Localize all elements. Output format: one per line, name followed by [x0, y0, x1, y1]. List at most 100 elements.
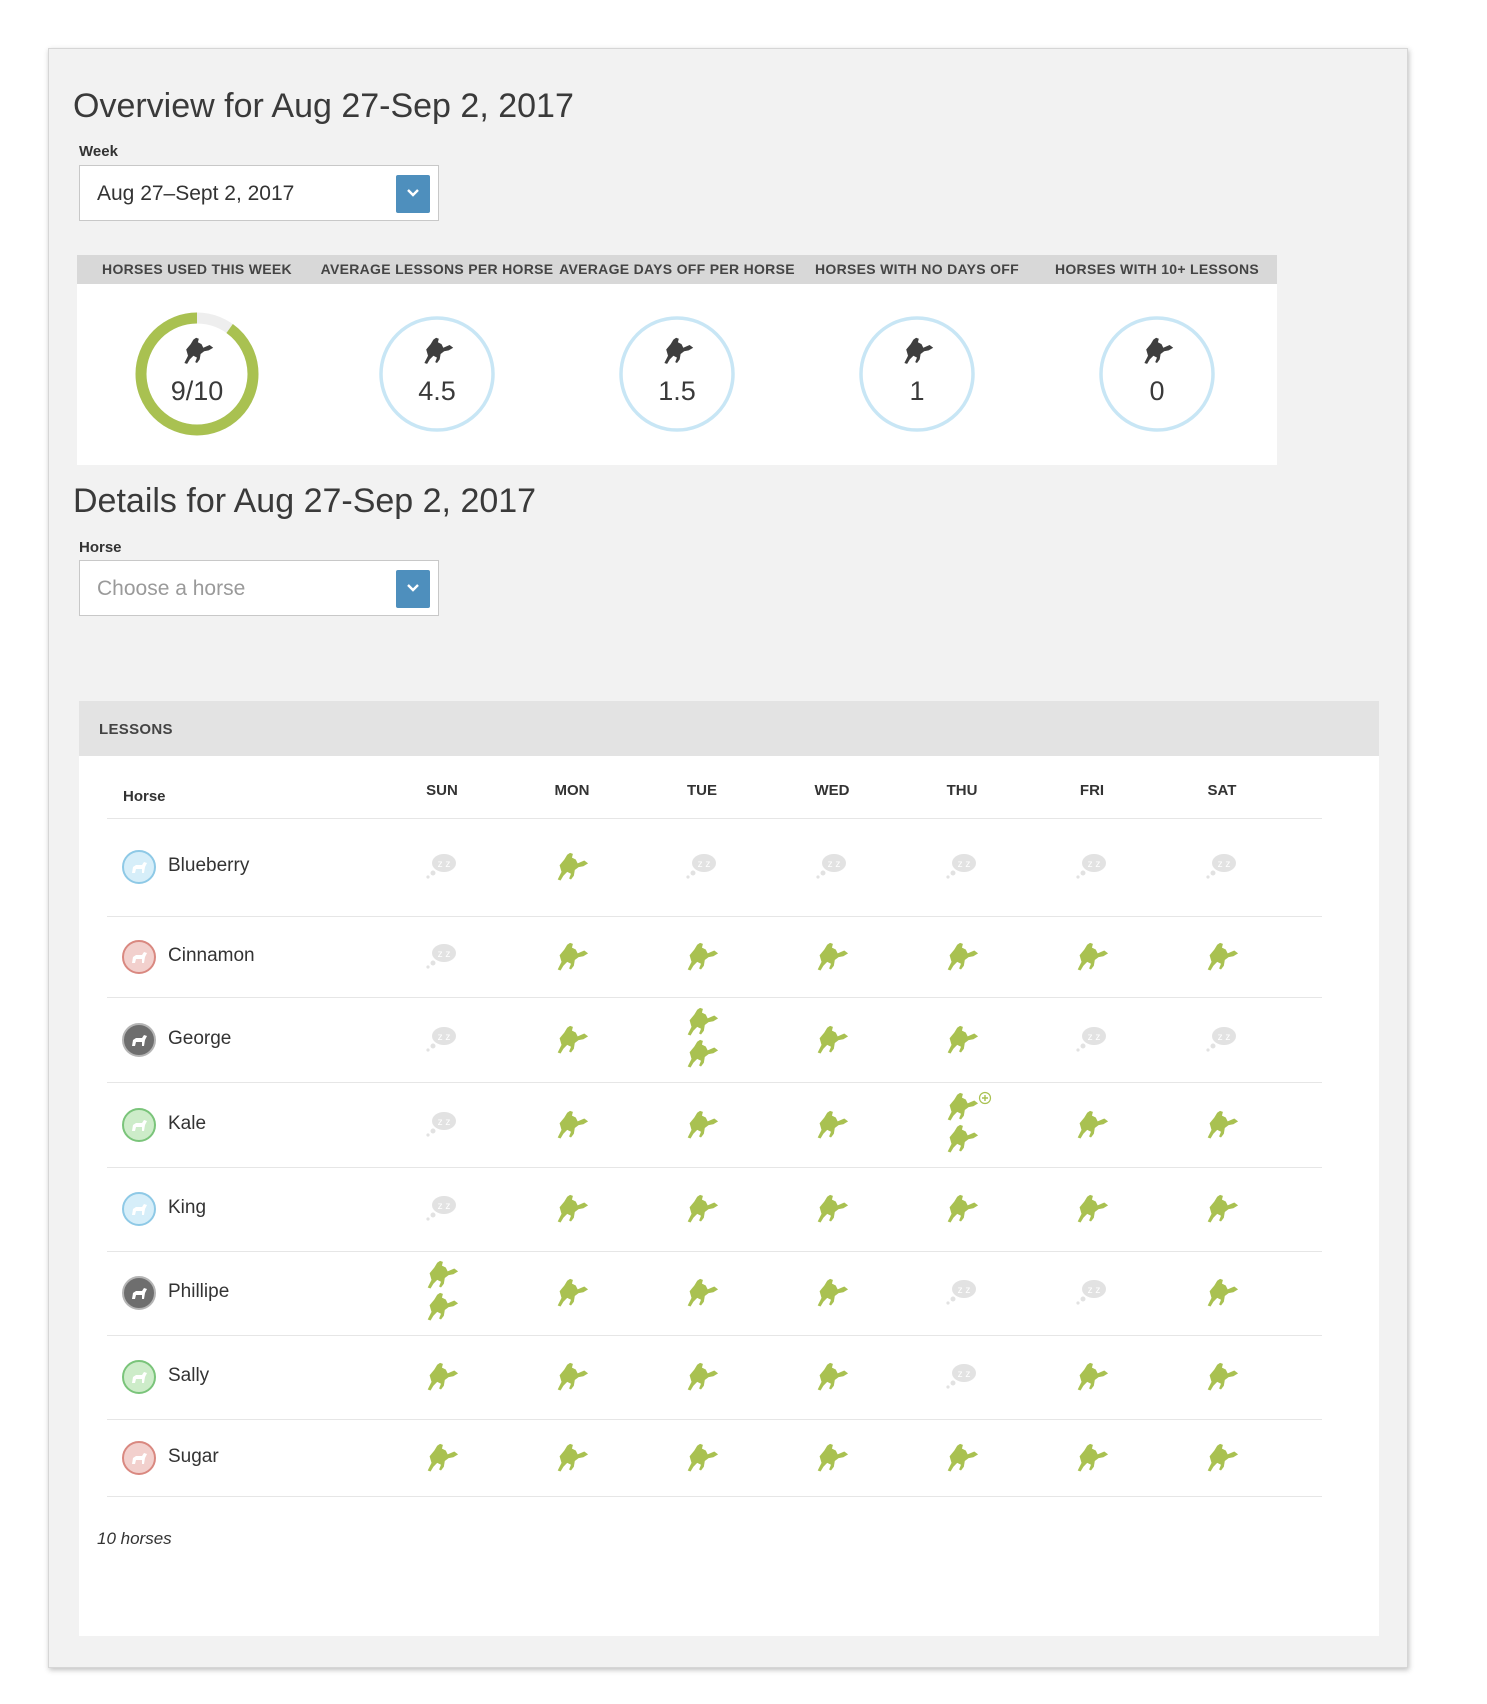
lesson-icon[interactable] — [1070, 1361, 1114, 1397]
overview-title: Overview for Aug 27-Sep 2, 2017 — [73, 87, 574, 125]
day-header-sun: SUN — [426, 782, 458, 799]
lesson-icon[interactable] — [810, 1442, 854, 1478]
progress-ring — [135, 312, 259, 436]
table-row[interactable]: Blueberry z z z z z z z z z z z z — [107, 818, 1322, 917]
lesson-icon[interactable] — [680, 941, 724, 977]
lesson-icon[interactable] — [420, 1291, 464, 1327]
horse-select-placeholder: Choose a horse — [97, 577, 246, 600]
lesson-icon[interactable] — [550, 1024, 594, 1060]
stat-caption: HORSES WITH 10+ LESSONS — [1037, 255, 1277, 284]
table-row[interactable]: George z z z z z z — [107, 998, 1322, 1083]
lesson-icon[interactable] — [1070, 1193, 1114, 1229]
lesson-icon[interactable] — [810, 1361, 854, 1397]
horse-dropdown-button[interactable] — [396, 570, 430, 608]
lesson-icon[interactable] — [680, 1109, 724, 1145]
lesson-icon[interactable] — [940, 1193, 984, 1229]
lesson-icon[interactable] — [1200, 941, 1244, 977]
stat-ring: 1 — [853, 310, 981, 438]
lesson-icon[interactable] — [550, 1109, 594, 1145]
lesson-icon[interactable] — [1200, 1193, 1244, 1229]
stat-ring: 0 — [1093, 310, 1221, 438]
horse-label: Horse — [79, 539, 122, 556]
horse-name[interactable]: King — [168, 1197, 206, 1219]
table-row[interactable]: Kale z z — [107, 1083, 1322, 1168]
horse-name[interactable]: Kale — [168, 1113, 206, 1135]
lesson-icon[interactable] — [680, 1006, 724, 1042]
horse-name[interactable]: Sugar — [168, 1446, 219, 1468]
lesson-icon[interactable] — [680, 1193, 724, 1229]
horse-name[interactable]: George — [168, 1028, 231, 1050]
lesson-icon[interactable] — [940, 1123, 984, 1159]
stat-card: HORSES USED THIS WEEK 9/10 — [77, 255, 317, 465]
svg-text:z z: z z — [1218, 859, 1231, 870]
day-header-tue: TUE — [687, 782, 717, 799]
table-row[interactable]: King z z — [107, 1167, 1322, 1252]
rest-day-icon: z z — [940, 851, 984, 887]
lesson-icon[interactable] — [1200, 1109, 1244, 1145]
lesson-icon[interactable] — [810, 1277, 854, 1313]
lesson-icon[interactable] — [550, 1361, 594, 1397]
table-row[interactable]: Cinnamon z z — [107, 917, 1322, 998]
lesson-icon[interactable] — [680, 1038, 724, 1074]
horse-select[interactable]: Choose a horse — [79, 560, 439, 616]
horse-avatar — [122, 1108, 156, 1142]
lesson-icon[interactable] — [1070, 941, 1114, 977]
horse-name[interactable]: Cinnamon — [168, 945, 255, 967]
stat-ring: 9/10 — [133, 310, 261, 438]
stat-ring: 1.5 — [613, 310, 741, 438]
day-header-thu: THU — [946, 782, 978, 799]
lesson-icon[interactable] — [810, 1024, 854, 1060]
svg-text:z z: z z — [438, 949, 451, 960]
lesson-icon[interactable] — [1200, 1442, 1244, 1478]
lessons-table: LESSONS Horse SUN MON TUE WED THU FRI SAT Blue… — [79, 701, 1379, 1636]
rest-day-icon: z z — [810, 851, 854, 887]
lesson-icon[interactable] — [810, 941, 854, 977]
lesson-icon[interactable] — [550, 941, 594, 977]
stat-value: 4.5 — [418, 376, 456, 406]
lesson-icon[interactable] — [420, 1259, 464, 1295]
week-label: Week — [79, 143, 118, 160]
lesson-icon[interactable] — [1070, 1442, 1114, 1478]
lesson-icon[interactable] — [550, 1442, 594, 1478]
lesson-icon[interactable] — [810, 1109, 854, 1145]
ring — [379, 316, 495, 432]
horse-name[interactable]: Phillipe — [168, 1281, 229, 1303]
week-select[interactable]: Aug 27–Sept 2, 2017 — [79, 165, 439, 221]
lesson-icon[interactable] — [420, 1361, 464, 1397]
lesson-icon[interactable] — [940, 941, 984, 977]
lesson-icon[interactable] — [1070, 1109, 1114, 1145]
lesson-icon[interactable] — [1200, 1361, 1244, 1397]
lesson-icon[interactable] — [550, 1277, 594, 1313]
lesson-icon[interactable] — [810, 1193, 854, 1229]
week-select-value: Aug 27–Sept 2, 2017 — [97, 182, 295, 205]
svg-text:z z: z z — [438, 1201, 451, 1212]
lesson-icon[interactable] — [1200, 1277, 1244, 1313]
table-row[interactable]: Phillipe z z z z — [107, 1251, 1322, 1336]
rest-day-icon: z z — [1070, 1277, 1114, 1313]
day-header-mon: MON — [554, 782, 590, 799]
horse-name[interactable]: Blueberry — [168, 855, 249, 877]
table-row[interactable]: Sugar — [107, 1419, 1322, 1497]
lesson-icon[interactable] — [550, 1193, 594, 1229]
rest-day-icon: z z — [420, 851, 464, 887]
chevron-down-icon — [407, 584, 419, 592]
svg-text:z z: z z — [1218, 1032, 1231, 1043]
lesson-icon[interactable] — [420, 1442, 464, 1478]
horse-avatar — [122, 940, 156, 974]
svg-text:z z: z z — [958, 859, 971, 870]
table-row[interactable]: Sally z z — [107, 1335, 1322, 1420]
details-title: Details for Aug 27-Sep 2, 2017 — [73, 482, 537, 520]
horse-name[interactable]: Sally — [168, 1365, 209, 1387]
stat-value: 1 — [909, 376, 925, 406]
week-dropdown-button[interactable] — [396, 175, 430, 213]
lesson-icon[interactable] — [940, 1442, 984, 1478]
add-lesson-icon[interactable] — [978, 1091, 992, 1110]
lesson-icon[interactable] — [680, 1277, 724, 1313]
stat-caption: AVERAGE LESSONS PER HORSE — [317, 255, 557, 284]
lesson-icon[interactable] — [940, 1024, 984, 1060]
lesson-icon[interactable] — [550, 851, 594, 887]
lesson-icon[interactable] — [680, 1361, 724, 1397]
horse-avatar — [122, 850, 156, 884]
horse-count: 10 horses — [97, 1529, 172, 1548]
lesson-icon[interactable] — [680, 1442, 724, 1478]
